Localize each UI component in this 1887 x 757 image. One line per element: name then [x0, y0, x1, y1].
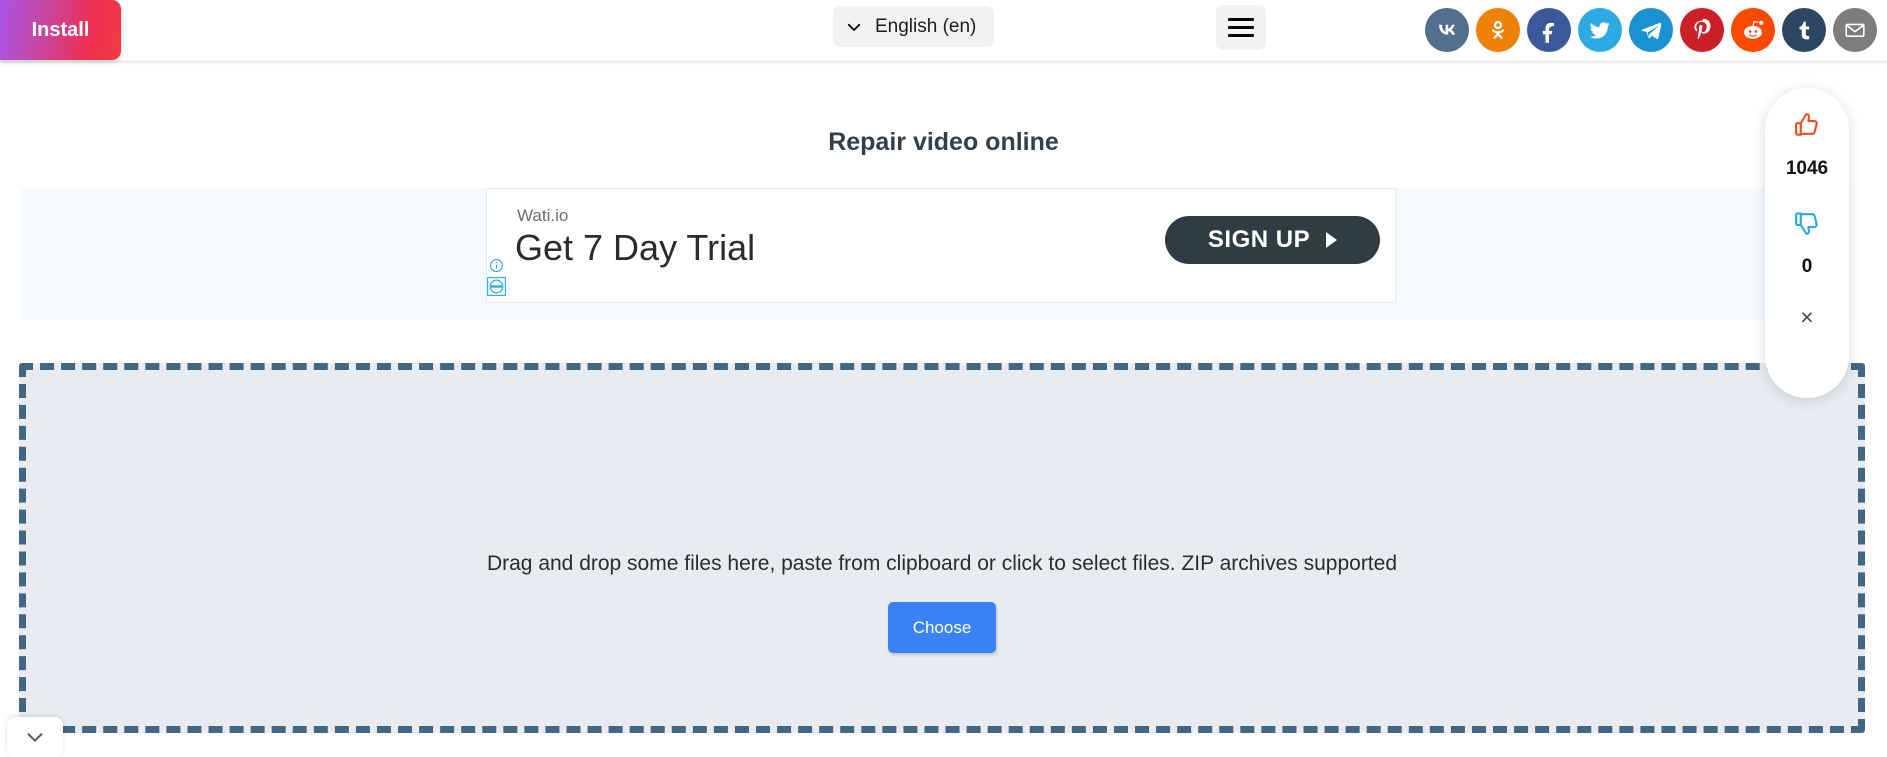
ad-signup-label: SIGN UP: [1207, 226, 1311, 253]
ad-signup-button[interactable]: SIGN UP: [1165, 216, 1380, 264]
twitter-icon[interactable]: [1578, 8, 1622, 52]
menu-bar-1: [1228, 18, 1254, 21]
advertisement-band: Wati.io Get 7 Day Trial SIGN UP: [22, 188, 1850, 320]
email-icon[interactable]: [1833, 8, 1877, 52]
file-dropzone[interactable]: Drag and drop some files here, paste fro…: [19, 363, 1865, 733]
bottom-collapse-widget[interactable]: [7, 717, 63, 757]
advertisement-card[interactable]: Wati.io Get 7 Day Trial SIGN UP: [486, 188, 1396, 303]
odnoklassniki-icon[interactable]: [1476, 8, 1520, 52]
reddit-icon[interactable]: [1731, 8, 1775, 52]
tumblr-icon[interactable]: [1782, 8, 1826, 52]
pinterest-icon[interactable]: [1680, 8, 1724, 52]
menu-bar-2: [1228, 26, 1254, 29]
adchoices-icon[interactable]: [487, 277, 506, 296]
hamburger-menu-icon[interactable]: [1216, 5, 1266, 50]
vote-up-count: 1046: [1785, 158, 1829, 179]
facebook-icon[interactable]: [1527, 8, 1571, 52]
thumbs-up-icon[interactable]: [1792, 110, 1822, 140]
language-label: English (en): [875, 15, 977, 37]
vote-down-count: 0: [1801, 256, 1813, 277]
social-share-bar: [1425, 8, 1877, 52]
vk-icon[interactable]: [1425, 8, 1469, 52]
close-icon[interactable]: ×: [1800, 306, 1813, 329]
page-title: Repair video online: [828, 128, 1059, 156]
choose-file-button[interactable]: Choose: [888, 602, 996, 653]
chevron-down-icon: [845, 18, 863, 36]
language-selector[interactable]: English (en): [833, 6, 995, 47]
dropzone-instruction-text: Drag and drop some files here, paste fro…: [486, 552, 1398, 575]
ad-brand-label: Wati.io: [517, 206, 569, 225]
play-triangle-icon: [1326, 232, 1338, 248]
chevron-down-icon: [24, 726, 46, 748]
top-header-bar: Install English (en): [0, 0, 1887, 62]
menu-bar-3: [1228, 34, 1254, 37]
vote-widget: 1046 0 ×: [1765, 88, 1849, 398]
telegram-icon[interactable]: [1629, 8, 1673, 52]
thumbs-down-icon[interactable]: [1792, 208, 1822, 238]
install-button[interactable]: Install: [0, 0, 121, 60]
info-circle-icon[interactable]: [489, 258, 504, 273]
ad-headline: Get 7 Day Trial: [515, 227, 756, 268]
